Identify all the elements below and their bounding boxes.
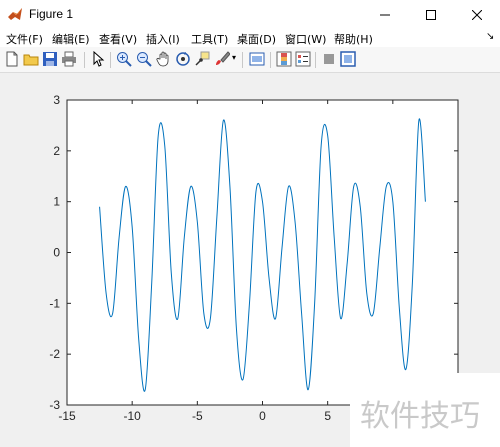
watermark-text: 软件技巧 bbox=[360, 399, 480, 434]
minimize-button[interactable] bbox=[362, 0, 408, 29]
close-icon bbox=[472, 9, 482, 20]
new-figure-icon[interactable] bbox=[4, 51, 20, 67]
show-plot-tools-icon[interactable] bbox=[340, 51, 356, 67]
maximize-button[interactable] bbox=[408, 0, 454, 29]
toolbar-separator bbox=[242, 52, 243, 68]
axes-box[interactable] bbox=[66, 99, 459, 406]
figure-toolbar: ▾ bbox=[0, 47, 500, 73]
toolbar-separator bbox=[84, 52, 85, 68]
brush-icon[interactable] bbox=[214, 51, 230, 67]
title-bar: Figure 1 bbox=[0, 0, 500, 29]
menu-desktop[interactable]: 桌面(D) bbox=[237, 31, 276, 47]
dock-arrow-icon[interactable]: ↘ bbox=[486, 31, 494, 42]
save-icon[interactable] bbox=[42, 51, 58, 67]
x-tick-label: -15 bbox=[58, 409, 76, 423]
link-plot-icon[interactable] bbox=[249, 51, 265, 67]
minimize-icon bbox=[380, 14, 390, 15]
brush-dropdown-icon[interactable]: ▾ bbox=[232, 53, 236, 62]
y-tick-label: 0 bbox=[53, 246, 60, 260]
window-title: Figure 1 bbox=[29, 7, 74, 21]
y-tick-label: 2 bbox=[53, 144, 60, 158]
y-tick-label: 1 bbox=[53, 195, 60, 209]
edit-plot-arrow-icon[interactable] bbox=[90, 51, 106, 67]
menu-file[interactable]: 文件(F) bbox=[6, 31, 43, 47]
maximize-icon bbox=[426, 9, 436, 20]
legend-icon[interactable] bbox=[295, 51, 311, 67]
hide-plot-tools-icon[interactable] bbox=[321, 51, 337, 67]
menu-insert[interactable]: 插入(I) bbox=[146, 31, 180, 47]
menu-help[interactable]: 帮助(H) bbox=[334, 31, 373, 47]
toolbar-separator bbox=[270, 52, 271, 68]
menu-tools[interactable]: 工具(T) bbox=[191, 31, 228, 47]
watermark: 软件技巧 bbox=[350, 373, 500, 447]
toolbar-separator bbox=[110, 52, 111, 68]
y-tick-labels: -3 -2 -1 0 1 2 3 bbox=[49, 93, 60, 412]
y-tick-label: -2 bbox=[49, 347, 60, 361]
menu-view[interactable]: 查看(V) bbox=[99, 31, 137, 47]
toolbar-separator bbox=[315, 52, 316, 68]
x-tick-label: -5 bbox=[192, 409, 203, 423]
menu-bar: 文件(F) 编辑(E) 查看(V) 插入(I) 工具(T) 桌面(D) 窗口(W… bbox=[0, 29, 500, 47]
y-tick-label: -1 bbox=[49, 296, 60, 310]
x-tick-label: 5 bbox=[324, 409, 331, 423]
open-file-icon[interactable] bbox=[23, 51, 39, 67]
menu-edit[interactable]: 编辑(E) bbox=[52, 31, 90, 47]
colorbar-icon[interactable] bbox=[276, 51, 292, 67]
matlab-logo-icon bbox=[8, 8, 22, 20]
y-tick-label: -3 bbox=[49, 398, 60, 412]
print-icon[interactable] bbox=[61, 51, 77, 67]
pan-hand-icon[interactable] bbox=[156, 51, 172, 67]
zoom-in-icon[interactable] bbox=[116, 51, 132, 67]
data-cursor-icon[interactable] bbox=[194, 51, 210, 67]
x-tick-label: 0 bbox=[259, 409, 266, 423]
rotate-3d-icon[interactable] bbox=[175, 51, 191, 67]
menu-window[interactable]: 窗口(W) bbox=[285, 31, 326, 47]
close-button[interactable] bbox=[454, 0, 500, 29]
zoom-out-icon[interactable] bbox=[136, 51, 152, 67]
y-tick-label: 3 bbox=[53, 93, 60, 107]
x-tick-label: -10 bbox=[123, 409, 141, 423]
